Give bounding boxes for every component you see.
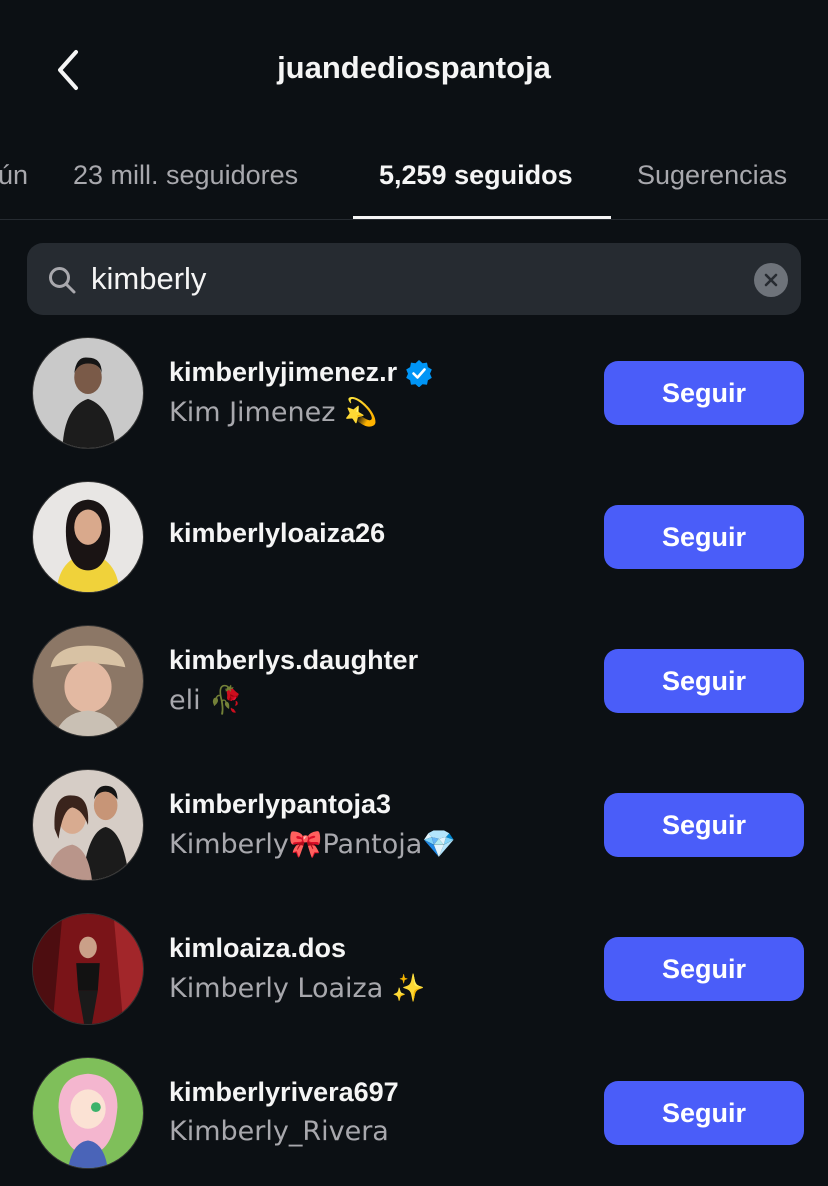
- list-item[interactable]: kimberlyrivera697 Kimberly_Rivera Seguir: [0, 1040, 828, 1184]
- search-input[interactable]: [91, 257, 731, 301]
- follow-button[interactable]: Seguir: [604, 793, 804, 857]
- username[interactable]: kimberlypantoja3: [169, 789, 456, 820]
- tab-following[interactable]: 5,259 seguidos: [379, 160, 573, 191]
- username[interactable]: kimberlys.daughter: [169, 645, 418, 676]
- page-title: juandediospantoja: [277, 50, 551, 85]
- avatar[interactable]: [32, 1057, 144, 1169]
- search-bar: [27, 243, 801, 315]
- full-name: Kimberly Loaiza ✨: [169, 973, 426, 1004]
- verified-badge-icon: [406, 359, 432, 387]
- avatar[interactable]: [32, 481, 144, 593]
- follow-button[interactable]: Seguir: [604, 1081, 804, 1145]
- follow-button[interactable]: Seguir: [604, 649, 804, 713]
- username-text: kimloaiza.dos: [169, 933, 347, 963]
- tab-partial[interactable]: ún: [0, 160, 28, 191]
- username-text: kimberlys.daughter: [169, 645, 419, 675]
- username[interactable]: kimberlyloaiza26: [169, 518, 385, 549]
- full-name: Kimberly_Rivera: [169, 1116, 389, 1147]
- username[interactable]: kimberlyrivera697: [169, 1077, 399, 1108]
- clear-icon: [764, 273, 778, 287]
- username-text: kimberlypantoja3: [169, 789, 392, 819]
- avatar[interactable]: [32, 913, 144, 1025]
- clear-search-button[interactable]: [754, 263, 788, 297]
- top-bar: juandediospantoja: [0, 0, 828, 140]
- list-item[interactable]: kimberlyjimenez.r Kim Jimenez 💫 Seguir: [0, 320, 828, 464]
- full-name: eli 🥀: [169, 685, 243, 716]
- avatar[interactable]: [32, 337, 144, 449]
- follow-button[interactable]: Seguir: [604, 937, 804, 1001]
- follow-button[interactable]: Seguir: [604, 505, 804, 569]
- tab-bar: ún 23 mill. seguidores 5,259 seguidos Su…: [0, 140, 828, 220]
- full-name: Kim Jimenez 💫: [169, 397, 378, 428]
- username-text: kimberlyrivera697: [169, 1077, 399, 1107]
- search-icon: [49, 267, 76, 294]
- active-tab-indicator: [353, 216, 611, 219]
- avatar[interactable]: [32, 625, 144, 737]
- full-name: Kimberly🎀Pantoja💎: [169, 829, 456, 860]
- follow-button[interactable]: Seguir: [604, 361, 804, 425]
- username[interactable]: kimberlyjimenez.r: [169, 357, 433, 388]
- list-item[interactable]: kimberlyloaiza26 Seguir: [0, 464, 828, 608]
- tab-suggestions[interactable]: Sugerencias: [637, 160, 787, 191]
- list-item[interactable]: kimberlys.daughter eli 🥀 Seguir: [0, 608, 828, 752]
- username[interactable]: kimloaiza.dos: [169, 933, 425, 964]
- list-item[interactable]: kimberlypantoja3 Kimberly🎀Pantoja💎 Segui…: [0, 752, 828, 896]
- avatar[interactable]: [32, 769, 144, 881]
- tab-followers[interactable]: 23 mill. seguidores: [73, 160, 298, 191]
- username-text: kimberlyjimenez.r: [169, 357, 398, 387]
- user-list: kimberlyjimenez.r Kim Jimenez 💫 Seguir k…: [0, 320, 828, 1184]
- username-text: kimberlyloaiza26: [169, 518, 386, 548]
- list-item[interactable]: kimloaiza.dos Kimberly Loaiza ✨ Seguir: [0, 896, 828, 1040]
